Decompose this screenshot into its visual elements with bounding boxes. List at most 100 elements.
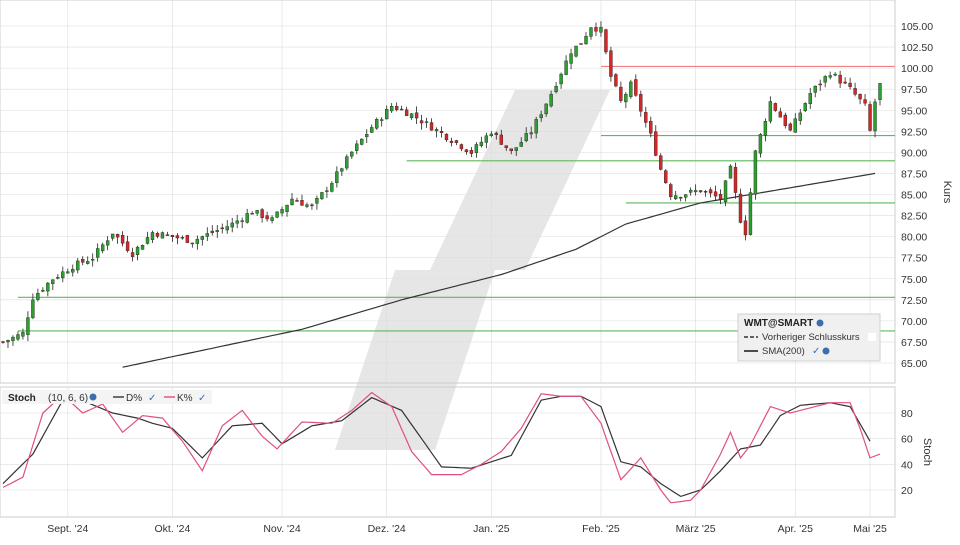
candle-body	[320, 192, 324, 199]
candle-body	[235, 220, 239, 224]
stock-chart: 105.00 102.50 100.00 97.50 95.00 92.50 90.00 87…	[0, 0, 953, 535]
candle-body	[823, 76, 827, 83]
candle-body	[474, 144, 479, 153]
candle-body	[215, 230, 219, 232]
price-tick-label: 95.00	[901, 105, 927, 117]
price-tick-label: 67.50	[901, 337, 927, 349]
candle-body	[200, 236, 205, 240]
candle-body	[205, 233, 209, 237]
globe-icon	[816, 319, 824, 327]
candle-body	[609, 50, 613, 77]
price-tick-label: 75.00	[901, 274, 927, 286]
price-tick-label: 65.00	[901, 358, 927, 370]
candle-body	[579, 43, 583, 45]
price-tick-label: 105.00	[901, 21, 933, 33]
candle-body	[708, 189, 713, 194]
stoch-tick-label: 40	[901, 459, 913, 471]
candle-body	[818, 83, 822, 86]
stoch-tick-label: 80	[901, 408, 913, 420]
check-icon[interactable]: ✓	[148, 393, 156, 404]
candle-body	[464, 149, 469, 153]
candle-body	[454, 140, 459, 143]
legend-toggle[interactable]	[868, 333, 876, 341]
candle-body	[574, 45, 578, 57]
candle-body	[385, 108, 389, 120]
candle-body	[180, 237, 185, 239]
candle-body	[549, 94, 553, 107]
time-tick-label: Sept. '24	[47, 523, 88, 535]
stoch-axis-label: Stoch	[921, 438, 933, 466]
candle-body	[325, 190, 329, 192]
candle-body	[803, 103, 807, 111]
candle-body	[165, 234, 170, 236]
candle-body	[509, 148, 513, 152]
candle-body	[125, 241, 130, 251]
price-axis: 105.00 102.50 100.00 97.50 95.00 92.50 90.00 87…	[901, 21, 933, 370]
candle-body	[310, 204, 314, 207]
candle-body	[813, 85, 817, 93]
candle-body	[71, 268, 75, 273]
candle-body	[1, 341, 5, 343]
watermark-shape	[430, 90, 610, 270]
candle-body	[484, 135, 489, 143]
candle-body	[130, 252, 135, 257]
candle-body	[589, 27, 593, 37]
candle-body	[449, 140, 454, 143]
candle-body	[81, 259, 85, 263]
candle-body	[110, 233, 115, 239]
candle-body	[270, 217, 274, 221]
candle-body	[429, 122, 434, 131]
time-tick-label: Nov. '24	[263, 523, 301, 535]
candle-body	[494, 132, 498, 135]
candle-body	[265, 215, 269, 220]
candle-body	[175, 235, 180, 239]
candle-body	[380, 119, 384, 121]
candle-body	[519, 142, 523, 147]
stoch-legend[interactable]: Stoch (10, 6, 6) D% ✓ K% ✓	[2, 390, 212, 404]
legend-item-sma: SMA(200)	[762, 346, 805, 357]
candle-body	[419, 120, 424, 124]
candle-body	[409, 113, 414, 118]
candle-body	[439, 130, 444, 133]
candle-body	[160, 232, 165, 239]
candle-body	[838, 74, 842, 84]
candle-body	[56, 277, 60, 279]
check-icon[interactable]: ✓	[812, 346, 820, 357]
globe-icon	[89, 393, 97, 401]
candle-body	[399, 108, 404, 111]
candle-body	[843, 81, 847, 84]
check-icon[interactable]: ✓	[198, 393, 206, 404]
candle-body	[91, 259, 95, 261]
candle-body	[504, 145, 508, 148]
candle-body	[245, 213, 249, 223]
candle-body	[659, 155, 663, 170]
candle-body	[36, 292, 40, 300]
stoch-tick-label: 60	[901, 434, 913, 446]
stoch-tick-label: 20	[901, 485, 913, 497]
candle-body	[295, 200, 299, 202]
candle-body	[280, 209, 284, 214]
candle-body	[828, 75, 832, 78]
candle-body	[594, 27, 598, 32]
candle-body	[360, 138, 364, 145]
candle-body	[738, 193, 743, 223]
candle-body	[554, 86, 558, 92]
candle-body	[315, 198, 319, 204]
candle-body	[748, 192, 753, 235]
candle-body	[763, 121, 768, 136]
legend-item-prev-close: Vorheriger Schlusskurs	[762, 332, 860, 343]
time-tick-label: März '25	[676, 523, 716, 535]
candle-body	[693, 190, 698, 193]
legend[interactable]: WMT@SMART Vorheriger Schlusskurs SMA(200…	[737, 313, 881, 362]
stoch-k-label: K%	[177, 393, 193, 404]
chart-container: 105.00 102.50 100.00 97.50 95.00 92.50 90.00 87…	[0, 0, 960, 540]
candle-body	[529, 132, 533, 135]
candle-body	[255, 210, 259, 214]
candle-body	[389, 106, 394, 112]
candle-body	[66, 271, 70, 274]
stoch-params: (10, 6, 6)	[48, 393, 88, 404]
candle-body	[370, 127, 374, 133]
candle-body	[783, 114, 788, 126]
candle-body	[758, 134, 763, 154]
candle-body	[678, 197, 683, 199]
